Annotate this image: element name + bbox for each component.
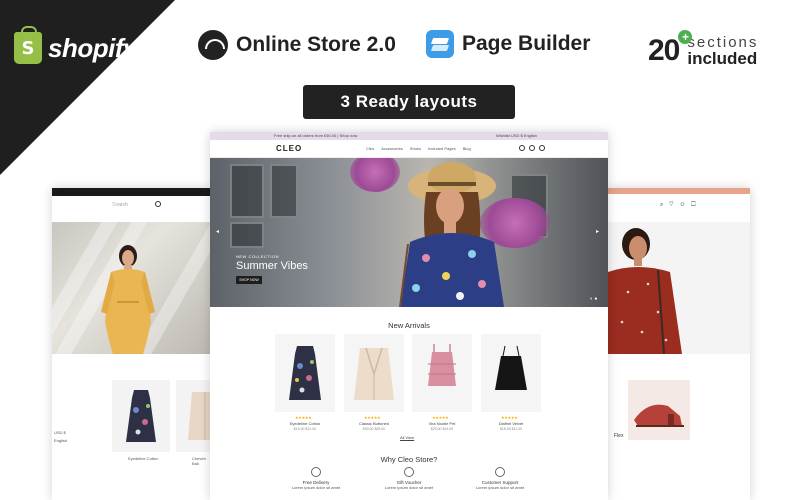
all-view-link[interactable]: All View <box>400 435 414 440</box>
delivery-icon <box>311 467 321 477</box>
support-icon <box>495 467 505 477</box>
left-hero-image <box>52 201 212 383</box>
main-menu: Cleo Accessories Shoes Included Pages Bl… <box>366 146 471 151</box>
product-card[interactable] <box>481 334 541 412</box>
cart-icon[interactable] <box>539 145 545 151</box>
store-logo[interactable]: CLEO <box>276 144 302 153</box>
black-cami-image <box>495 345 527 390</box>
why-store-title: Why Cleo Store? <box>380 455 438 464</box>
hero-title: Summer Vibes <box>236 260 308 272</box>
pink-top-image <box>428 344 456 386</box>
right-top-bar <box>608 188 750 194</box>
search-icon[interactable] <box>155 201 161 207</box>
rating-stars: ★★★★★ <box>432 415 449 420</box>
product-name[interactable]: Vira Nootie Pet <box>412 421 472 426</box>
feature-page-builder: Page Builder <box>426 30 590 58</box>
currency-language[interactable]: Wishlist USD $ English <box>496 132 537 140</box>
account-icon[interactable] <box>529 145 535 151</box>
model-straw-hat-image <box>399 162 504 307</box>
right-header-icons[interactable]: ⌕ ♡ ☺ ☐ <box>660 202 698 209</box>
model-red-blouse-image: ◐ ● <box>608 228 739 384</box>
rating-stars: ★★★★★ <box>501 415 518 420</box>
product-price: $18.00 $11.00 <box>499 427 523 431</box>
feature-free-delivery: Free Delivery Lorem ipsum dolor sit amet <box>266 467 366 490</box>
left-product-card[interactable] <box>112 380 170 452</box>
rating-stars: ★★★★★ <box>295 415 312 420</box>
hero-banner: ◂ ▸ NEW COLLECTION Summer Vibes SHOP NOW… <box>210 158 608 307</box>
hero-prev-arrow[interactable]: ◂ <box>216 228 219 235</box>
hero-shop-button[interactable]: SHOP NOW <box>236 276 262 284</box>
feature-page-builder-label: Page Builder <box>462 32 591 55</box>
rating-stars: ★★★★★ <box>364 415 381 420</box>
right-layout-preview: ⌕ ♡ ☺ ☐ ◐ ● Flex <box>608 188 750 500</box>
hero-tag: NEW COLLECTION <box>236 254 280 259</box>
menu-item[interactable]: Included Pages <box>428 146 456 151</box>
announcement-bar: Free ship on all orders from £50.00 | Sh… <box>210 132 608 140</box>
slider-dots[interactable]: ◐ ● <box>590 296 597 302</box>
right-product-card[interactable] <box>628 380 690 440</box>
left-product-name: Eyedeline Cotton <box>128 456 159 461</box>
new-arrivals-title: New Arrivals <box>388 321 430 330</box>
store-header: CLEO Cleo Accessories Shoes Included Pag… <box>210 140 608 158</box>
product-price: $15.00 $12.00 <box>293 427 317 431</box>
menu-item[interactable]: Accessories <box>381 146 403 151</box>
included-label: included <box>687 49 758 68</box>
product-price: $20.00 $14.00 <box>430 427 454 431</box>
product-price: $30.00 $25.00 <box>362 427 386 431</box>
right-hero-image: ◐ ● <box>608 222 750 384</box>
announcement-text: Free ship on all orders from £50.00 | Sh… <box>274 133 358 138</box>
product-card[interactable] <box>275 334 335 412</box>
floral-dress-image <box>289 346 321 400</box>
layers-icon <box>426 30 454 58</box>
language-selector[interactable]: English <box>54 438 67 443</box>
blazer-image <box>354 347 394 400</box>
left-layout-preview: Search Eyedeline Cotton Cheveh Bak USD $… <box>52 188 212 500</box>
menu-item[interactable]: Blog <box>463 146 471 151</box>
center-layout-preview: Free ship on all orders from £50.00 | Sh… <box>210 132 608 500</box>
currency-selector[interactable]: USD $ <box>54 430 66 435</box>
hero-next-arrow[interactable]: ▸ <box>596 228 599 235</box>
shopify-bag-icon: S <box>14 26 42 64</box>
product-name[interactable]: Classic Buttoned <box>344 421 404 426</box>
model-yellow-dress-image <box>101 245 155 354</box>
sections-included-badge: 20 + sections included <box>648 30 758 68</box>
product-card[interactable] <box>412 334 472 412</box>
sandal-image <box>634 404 684 427</box>
search-icon[interactable] <box>519 145 525 151</box>
gift-icon <box>404 467 414 477</box>
feature-online-store-label: Online Store 2.0 <box>236 33 396 56</box>
menu-item[interactable]: Cleo <box>366 146 374 151</box>
product-name[interactable]: Eyedeline Cotton <box>275 421 335 426</box>
left-top-bar <box>52 188 212 196</box>
ready-layouts-pill: 3 Ready layouts <box>303 85 515 119</box>
feature-customer-support: Customer Support Lorem ipsum dolor sit a… <box>450 467 550 490</box>
sunrise-icon <box>198 30 228 60</box>
product-name[interactable]: Diafhel Velvet <box>481 421 541 426</box>
feature-online-store: Online Store 2.0 <box>198 30 396 60</box>
menu-item[interactable]: Shoes <box>410 146 421 151</box>
plus-icon: + <box>678 30 692 44</box>
header-icons <box>519 145 545 151</box>
shopify-logo: S shopify <box>14 26 137 64</box>
right-product-name: Flex <box>614 433 624 439</box>
sections-count: 20 + <box>648 30 692 68</box>
feature-gift-voucher: Gift Voucher Lorem ipsum dolor sit amet <box>359 467 459 490</box>
left-product-name: Cheveh Bak <box>192 456 206 466</box>
shopify-wordmark: shopify <box>48 32 137 63</box>
left-product-card[interactable] <box>176 380 212 452</box>
product-card[interactable] <box>344 334 404 412</box>
